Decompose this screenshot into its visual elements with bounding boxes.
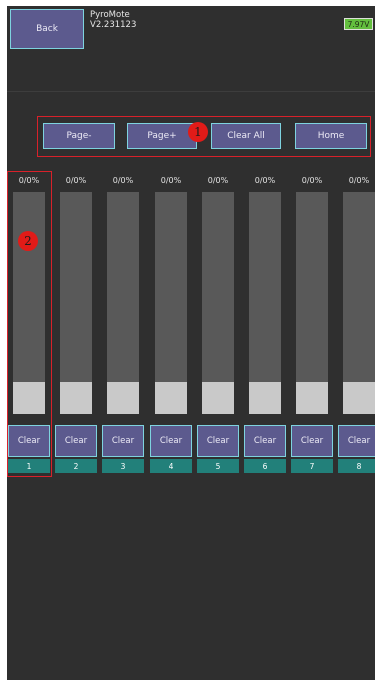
channel-value: 0/0%	[254, 176, 276, 185]
channel-slider-thumb[interactable]	[60, 382, 92, 414]
channel-number: 4	[150, 459, 192, 473]
back-button[interactable]: Back	[10, 9, 84, 49]
home-button[interactable]: Home	[295, 123, 367, 149]
channel-8: 0/0% Clear 8	[337, 176, 375, 476]
channel-value: 0/0%	[301, 176, 323, 185]
channel-3: 0/0% Clear 3	[101, 176, 145, 476]
channel-slider-thumb[interactable]	[202, 382, 234, 414]
channel-slider[interactable]	[343, 192, 375, 414]
channel-2: 0/0% Clear 2	[54, 176, 98, 476]
app-screen: Back PyroMote V2.231123 7.97V Page- Page…	[7, 6, 375, 680]
channel-clear-button[interactable]: Clear	[102, 425, 144, 457]
channel-number: 6	[244, 459, 286, 473]
channel-number: 7	[291, 459, 333, 473]
channel-slider[interactable]	[202, 192, 234, 414]
channel-value: 0/0%	[207, 176, 229, 185]
channel-slider[interactable]	[155, 192, 187, 414]
channel-6: 0/0% Clear 6	[243, 176, 287, 476]
channel-slider-thumb[interactable]	[249, 382, 281, 414]
channel-1: 0/0% Clear 1	[7, 176, 51, 476]
channel-number: 3	[102, 459, 144, 473]
channel-clear-button[interactable]: Clear	[197, 425, 239, 457]
channel-slider[interactable]	[249, 192, 281, 414]
battery-indicator: 7.97V	[344, 18, 373, 30]
channel-slider[interactable]	[13, 192, 45, 414]
channel-number: 5	[197, 459, 239, 473]
app-version: V2.231123	[90, 20, 137, 30]
channel-5: 0/0% Clear 5	[196, 176, 240, 476]
channel-value: 0/0%	[18, 176, 40, 185]
channel-slider-thumb[interactable]	[13, 382, 45, 414]
channel-4: 0/0% Clear 4	[149, 176, 193, 476]
channel-clear-button[interactable]: Clear	[244, 425, 286, 457]
channel-7: 0/0% Clear 7	[290, 176, 334, 476]
app-name: PyroMote	[90, 10, 130, 20]
channel-value: 0/0%	[160, 176, 182, 185]
annotation-marker-1: 1	[188, 122, 208, 142]
header-divider	[7, 91, 375, 92]
channel-number: 1	[8, 459, 50, 473]
channel-slider-thumb[interactable]	[343, 382, 375, 414]
channel-slider-thumb[interactable]	[107, 382, 139, 414]
channel-clear-button[interactable]: Clear	[291, 425, 333, 457]
channel-number: 8	[338, 459, 375, 473]
channel-value: 0/0%	[348, 176, 370, 185]
channel-number: 2	[55, 459, 97, 473]
channel-value: 0/0%	[112, 176, 134, 185]
channel-slider-thumb[interactable]	[296, 382, 328, 414]
channel-slider[interactable]	[60, 192, 92, 414]
clear-all-button[interactable]: Clear All	[211, 123, 281, 149]
channel-value: 0/0%	[65, 176, 87, 185]
channel-slider[interactable]	[296, 192, 328, 414]
channel-slider-thumb[interactable]	[155, 382, 187, 414]
app-title: PyroMote V2.231123	[90, 10, 136, 30]
channel-clear-button[interactable]: Clear	[8, 425, 50, 457]
channel-clear-button[interactable]: Clear	[150, 425, 192, 457]
page-prev-button[interactable]: Page-	[43, 123, 115, 149]
channel-slider[interactable]	[107, 192, 139, 414]
page-next-button[interactable]: Page+	[127, 123, 197, 149]
channel-clear-button[interactable]: Clear	[55, 425, 97, 457]
annotation-marker-2: 2	[18, 231, 38, 251]
channel-clear-button[interactable]: Clear	[338, 425, 375, 457]
